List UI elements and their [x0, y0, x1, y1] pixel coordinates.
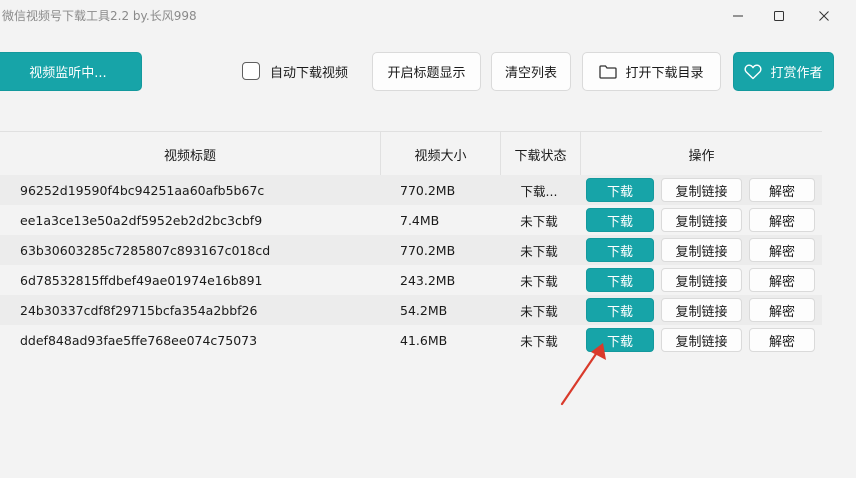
auto-download-label: 自动下载视频 — [270, 65, 349, 81]
video-size-cell: 41.6MB — [400, 332, 448, 348]
video-title-cell: ee1a3ce13e50a2df5952eb2d2bc3cbf9 — [20, 212, 263, 228]
header-size: 视频大小 — [381, 132, 501, 177]
auto-download-checkbox[interactable] — [242, 62, 260, 80]
monitor-button-label: 视频监听中... — [29, 66, 107, 81]
clear-list-button[interactable]: 清空列表 — [491, 52, 571, 91]
copy-link-button[interactable]: 复制链接 — [661, 298, 742, 322]
table-row[interactable]: 96252d19590f4bc94251aa60afb5b67c 770.2MB 下… — [0, 175, 822, 205]
open-download-dir-button[interactable]: 打开下载目录 — [582, 52, 721, 91]
decrypt-button[interactable]: 解密 — [749, 328, 815, 352]
copy-link-button[interactable]: 复制链接 — [661, 208, 742, 232]
download-status-cell: 未下载 — [520, 243, 558, 259]
copy-link-button[interactable]: 复制链接 — [661, 238, 742, 262]
maximize-icon — [774, 11, 784, 21]
download-status-cell: 未下载 — [520, 303, 558, 319]
title-bar: 微信视频号下载工具2.2 by.长风998 — [0, 0, 856, 32]
download-button[interactable]: 下载 — [586, 178, 654, 202]
copy-link-button[interactable]: 复制链接 — [661, 178, 742, 202]
video-size-cell: 7.4MB — [400, 212, 440, 228]
download-button[interactable]: 下载 — [586, 298, 654, 322]
decrypt-button[interactable]: 解密 — [749, 178, 815, 202]
header-status: 下载状态 — [501, 132, 581, 177]
monitor-button[interactable]: 视频监听中... — [0, 52, 142, 91]
video-title-cell: 96252d19590f4bc94251aa60afb5b67c — [20, 182, 265, 198]
video-title-cell: 24b30337cdf8f29715bcfa354a2bbf26 — [20, 302, 258, 318]
table-row[interactable]: ddef848ad93fae5ffe768ee074c75073 41.6MB 未下… — [0, 325, 822, 355]
decrypt-button[interactable]: 解密 — [749, 298, 815, 322]
folder-icon — [599, 64, 618, 79]
video-size-cell: 243.2MB — [400, 272, 456, 288]
app-title: 微信视频号下载工具2.2 by.长风998 — [2, 9, 197, 23]
decrypt-button[interactable]: 解密 — [749, 238, 815, 262]
table-row[interactable]: 6d78532815ffdbef49ae01974e16b891 243.2MB 未… — [0, 265, 822, 295]
auto-download-option[interactable]: 自动下载视频 — [242, 61, 348, 81]
close-button[interactable] — [801, 0, 847, 32]
video-size-cell: 770.2MB — [400, 182, 456, 198]
minimize-icon — [733, 15, 743, 17]
download-status-cell: 未下载 — [520, 273, 558, 289]
video-title-cell: 6d78532815ffdbef49ae01974e16b891 — [20, 272, 263, 288]
close-icon — [819, 11, 829, 21]
minimize-button[interactable] — [715, 0, 761, 32]
download-button[interactable]: 下载 — [586, 328, 654, 352]
header-title: 视频标题 — [0, 132, 381, 177]
header-actions: 操作 — [688, 149, 715, 164]
open-download-dir-label: 打开下载目录 — [625, 66, 704, 81]
maximize-button[interactable] — [756, 0, 802, 32]
tip-author-button[interactable]: 打赏作者 — [733, 52, 834, 91]
table-row[interactable]: 24b30337cdf8f29715bcfa354a2bbf26 54.2MB 未下… — [0, 295, 822, 325]
table-row[interactable]: 63b30603285c7285807c893167c018cd 770.2MB 未… — [0, 235, 822, 265]
copy-link-button[interactable]: 复制链接 — [661, 328, 742, 352]
decrypt-button[interactable]: 解密 — [749, 208, 815, 232]
download-status-cell: 未下载 — [520, 213, 558, 229]
show-title-label: 开启标题显示 — [387, 66, 466, 81]
video-table: 视频标题 视频大小 下载状态 操作 96252d19590f4bc94251aa… — [0, 131, 822, 371]
download-status-cell: 未下载 — [520, 333, 558, 349]
download-button[interactable]: 下载 — [586, 268, 654, 292]
clear-list-label: 清空列表 — [504, 66, 557, 81]
copy-link-button[interactable]: 复制链接 — [661, 268, 742, 292]
tip-author-label: 打赏作者 — [770, 66, 823, 81]
show-title-button[interactable]: 开启标题显示 — [372, 52, 481, 91]
download-status-cell: 下载... — [520, 183, 558, 199]
video-size-cell: 54.2MB — [400, 302, 448, 318]
download-button[interactable]: 下载 — [586, 238, 654, 262]
heart-icon — [744, 63, 763, 80]
video-title-cell: 63b30603285c7285807c893167c018cd — [20, 242, 271, 258]
video-title-cell: ddef848ad93fae5ffe768ee074c75073 — [20, 332, 258, 348]
table-row[interactable]: ee1a3ce13e50a2df5952eb2d2bc3cbf9 7.4MB 未下载… — [0, 205, 822, 235]
table-header: 视频标题 视频大小 下载状态 操作 — [0, 131, 822, 177]
download-button[interactable]: 下载 — [586, 208, 654, 232]
video-size-cell: 770.2MB — [400, 242, 456, 258]
decrypt-button[interactable]: 解密 — [749, 268, 815, 292]
